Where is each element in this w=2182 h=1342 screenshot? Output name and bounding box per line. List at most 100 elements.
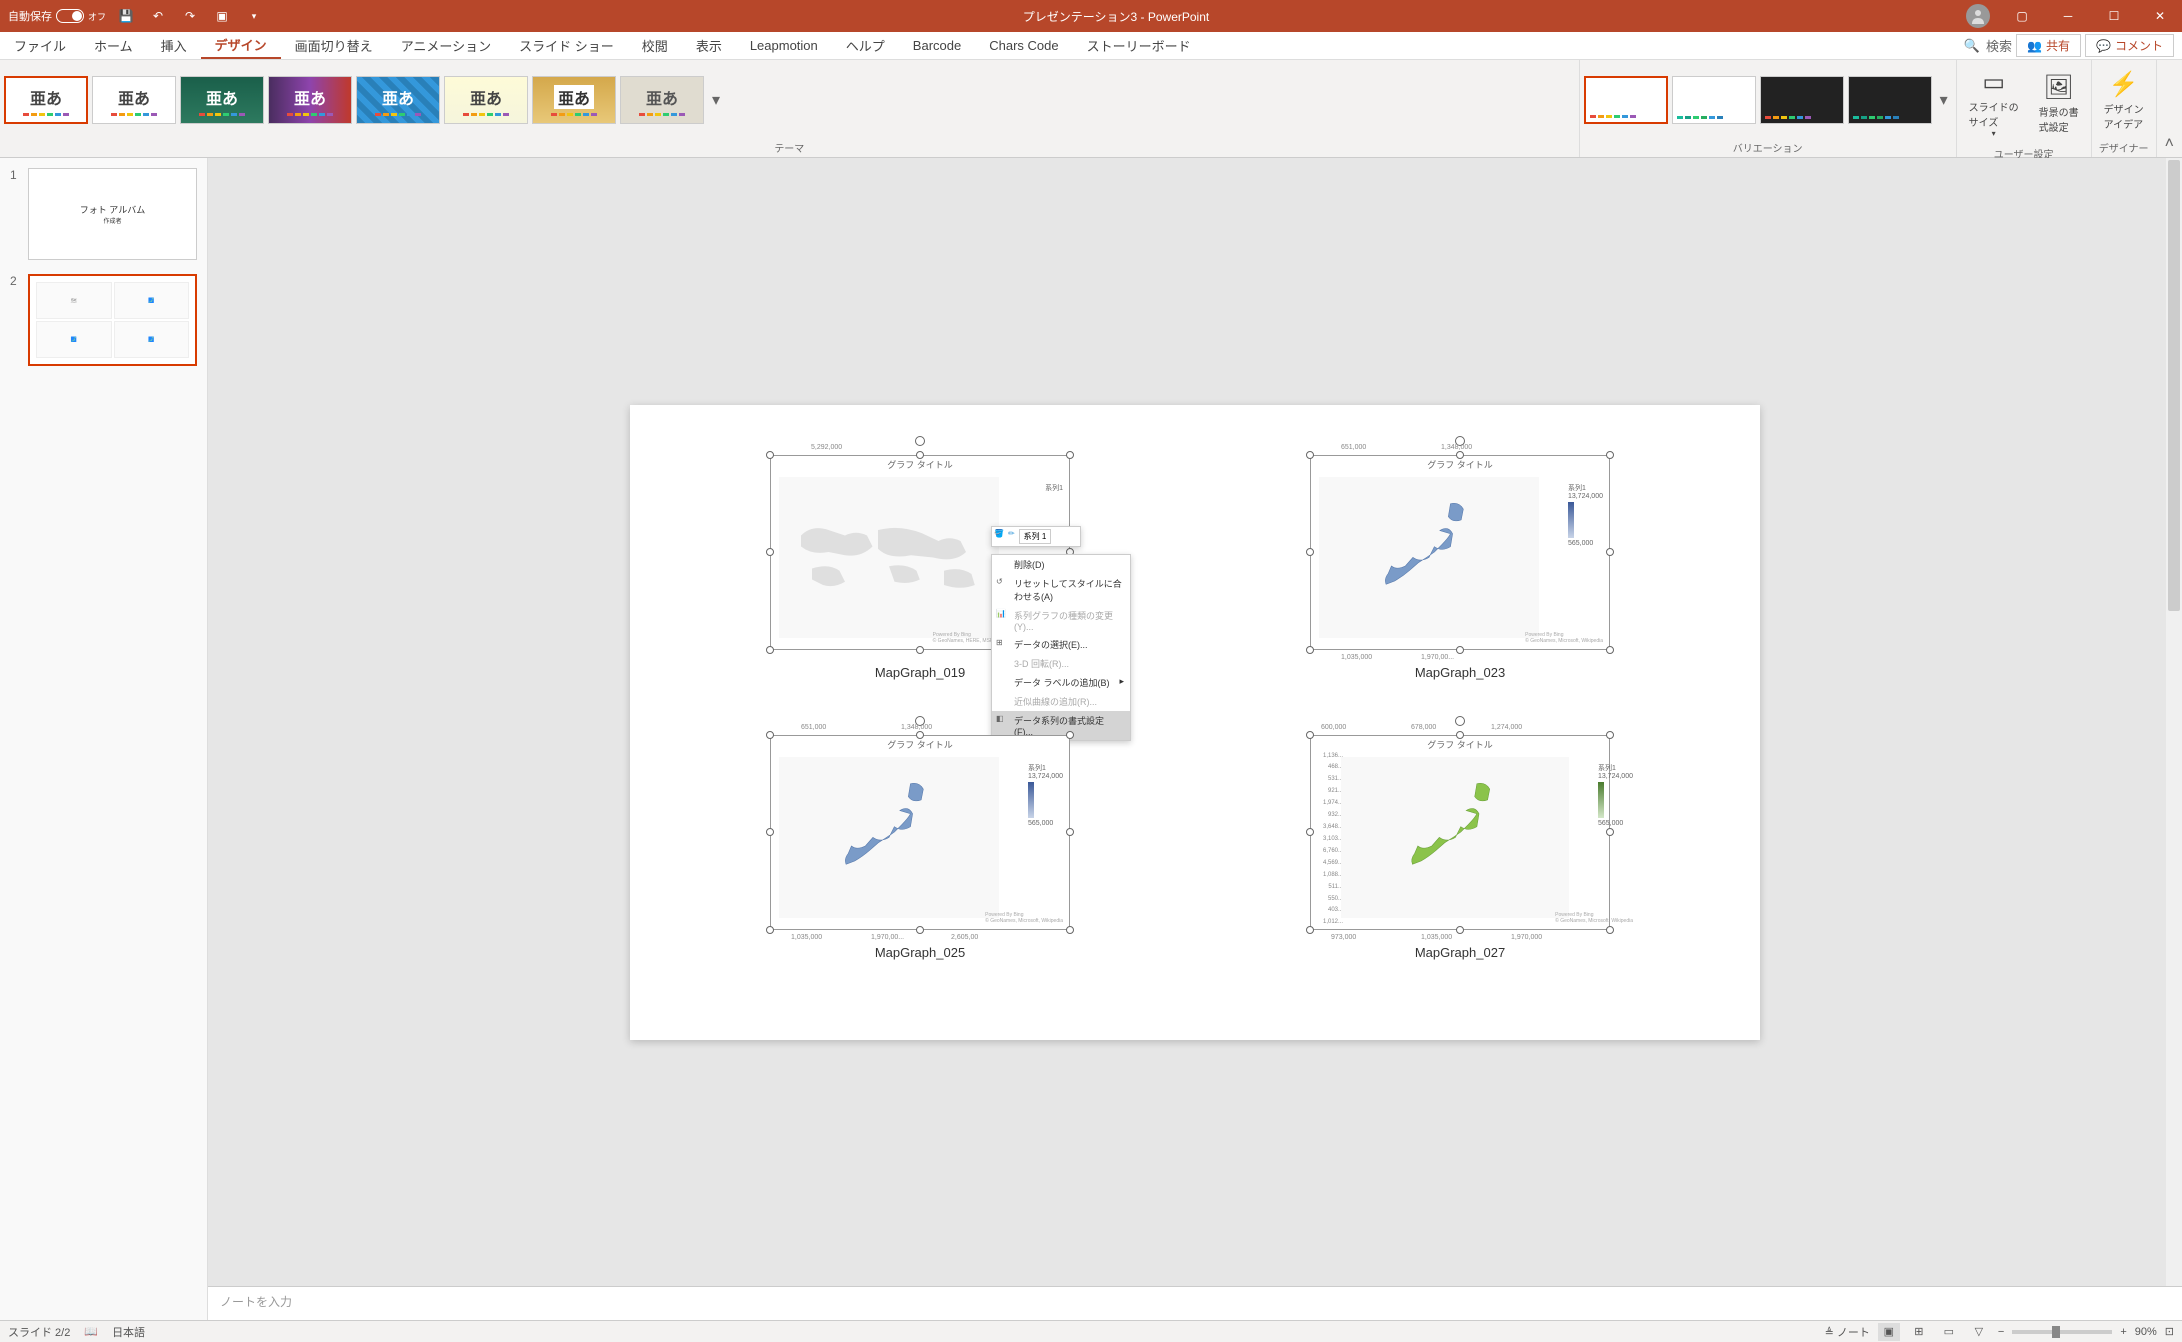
- zoom-level[interactable]: 90%: [2135, 1326, 2157, 1338]
- start-slideshow-icon[interactable]: ▣: [210, 4, 234, 28]
- user-avatar[interactable]: [1966, 4, 1990, 28]
- tab-barcode[interactable]: Barcode: [899, 32, 975, 59]
- maximize-icon[interactable]: ☐: [2092, 0, 2136, 32]
- slide-size-button[interactable]: ▭ スライドの サイズ ▾: [1961, 64, 2027, 142]
- zoom-out-icon[interactable]: −: [1998, 1326, 2004, 1338]
- resize-handle[interactable]: [1606, 451, 1614, 459]
- resize-handle[interactable]: [1306, 646, 1314, 654]
- format-background-button[interactable]: 🖼 背景の書 式設定: [2031, 69, 2087, 138]
- theme-thumb-6[interactable]: 亜あ: [444, 76, 528, 124]
- qat-dropdown-icon[interactable]: ▾: [242, 4, 266, 28]
- tab-transitions[interactable]: 画面切り替え: [281, 32, 387, 59]
- outline-icon[interactable]: ✏: [1008, 529, 1015, 544]
- chart-object-2[interactable]: 651,000 1,348,000 グラフ タイトル 系列1 13,724,00…: [1310, 455, 1610, 650]
- slideshow-view-icon[interactable]: ▽: [1968, 1323, 1990, 1341]
- context-menu-select-data[interactable]: ⊞データの選択(E)...: [992, 635, 1130, 654]
- redo-icon[interactable]: ↷: [178, 4, 202, 28]
- tab-help[interactable]: ヘルプ: [832, 32, 899, 59]
- resize-handle[interactable]: [1606, 926, 1614, 934]
- spell-check-icon[interactable]: 📖: [84, 1325, 98, 1338]
- context-menu-reset[interactable]: ↺リセットしてスタイルに合わせる(A): [992, 574, 1130, 606]
- theme-thumb-7[interactable]: 亜あ: [532, 76, 616, 124]
- undo-icon[interactable]: ↶: [146, 4, 170, 28]
- resize-handle[interactable]: [916, 731, 924, 739]
- normal-view-icon[interactable]: ▣: [1878, 1323, 1900, 1341]
- close-icon[interactable]: ✕: [2138, 0, 2182, 32]
- vertical-scrollbar[interactable]: [2166, 158, 2182, 1286]
- tab-leapmotion[interactable]: Leapmotion: [736, 32, 832, 59]
- resize-handle[interactable]: [766, 451, 774, 459]
- tab-insert[interactable]: 挿入: [147, 32, 201, 59]
- notes-pane[interactable]: ノートを入力: [208, 1286, 2182, 1320]
- resize-handle[interactable]: [916, 646, 924, 654]
- resize-handle[interactable]: [766, 646, 774, 654]
- design-ideas-button[interactable]: ⚡ デザイン アイデア: [2096, 66, 2152, 135]
- variant-thumb-1[interactable]: [1584, 76, 1668, 124]
- share-button[interactable]: 👥 共有: [2016, 34, 2081, 57]
- resize-handle[interactable]: [766, 731, 774, 739]
- slide-thumbnail-1[interactable]: フォト アルバム 作成者: [28, 168, 197, 260]
- slide-counter[interactable]: スライド 2/2: [8, 1324, 70, 1340]
- resize-handle[interactable]: [1066, 451, 1074, 459]
- autosave-toggle[interactable]: [56, 9, 84, 23]
- notes-toggle[interactable]: ≜ ノート: [1825, 1324, 1870, 1340]
- tab-file[interactable]: ファイル: [0, 32, 80, 59]
- fit-to-window-icon[interactable]: ⊡: [2165, 1325, 2174, 1338]
- tab-storyboard[interactable]: ストーリーボード: [1073, 32, 1205, 59]
- resize-handle[interactable]: [1456, 646, 1464, 654]
- series-dropdown[interactable]: 系列 1: [1019, 529, 1052, 544]
- theme-thumb-1[interactable]: 亜あ: [4, 76, 88, 124]
- language-indicator[interactable]: 日本語: [112, 1324, 145, 1340]
- theme-thumb-8[interactable]: 亜あ: [620, 76, 704, 124]
- context-menu-delete[interactable]: 削除(D): [992, 555, 1130, 574]
- resize-handle[interactable]: [1456, 731, 1464, 739]
- rotation-handle[interactable]: [915, 436, 925, 446]
- chart-object-1[interactable]: 5,292,000 グラフ タイトル 系列1 Powered By Bing ©…: [770, 455, 1070, 650]
- save-icon[interactable]: 💾: [114, 4, 138, 28]
- variations-more-icon[interactable]: ▾: [1936, 86, 1952, 114]
- zoom-thumb[interactable]: [2052, 1326, 2060, 1338]
- rotation-handle[interactable]: [1455, 716, 1465, 726]
- resize-handle[interactable]: [1066, 926, 1074, 934]
- sorter-view-icon[interactable]: ⊞: [1908, 1323, 1930, 1341]
- resize-handle[interactable]: [1456, 451, 1464, 459]
- variant-thumb-2[interactable]: [1672, 76, 1756, 124]
- collapse-ribbon-icon[interactable]: ˄: [2157, 131, 2182, 157]
- theme-thumb-3[interactable]: 亜あ: [180, 76, 264, 124]
- theme-thumb-2[interactable]: 亜あ: [92, 76, 176, 124]
- resize-handle[interactable]: [1606, 646, 1614, 654]
- variant-thumb-4[interactable]: [1848, 76, 1932, 124]
- zoom-in-icon[interactable]: +: [2120, 1326, 2126, 1338]
- theme-thumb-4[interactable]: 亜あ: [268, 76, 352, 124]
- minimize-icon[interactable]: ─: [2046, 0, 2090, 32]
- tab-charscode[interactable]: Chars Code: [975, 32, 1072, 59]
- resize-handle[interactable]: [1606, 731, 1614, 739]
- tab-home[interactable]: ホーム: [80, 32, 147, 59]
- resize-handle[interactable]: [1306, 926, 1314, 934]
- zoom-slider[interactable]: [2012, 1330, 2112, 1334]
- fill-color-icon[interactable]: 🪣: [994, 529, 1004, 544]
- themes-more-icon[interactable]: ▾: [708, 86, 724, 114]
- slide-thumbnail-2[interactable]: 🗺 🗾 🗾 🗾: [28, 274, 197, 366]
- slide-canvas[interactable]: 5,292,000 グラフ タイトル 系列1 Powered By Bing ©…: [630, 405, 1760, 1040]
- search-box[interactable]: 🔍 検索: [1964, 36, 2012, 55]
- ribbon-display-options-icon[interactable]: ▢: [2000, 0, 2044, 32]
- resize-handle[interactable]: [1456, 926, 1464, 934]
- chart-object-4[interactable]: 600,000 678,000 1,274,000 グラフ タイトル 1,136…: [1310, 735, 1610, 930]
- tab-slideshow[interactable]: スライド ショー: [505, 32, 628, 59]
- comments-button[interactable]: 💬 コメント: [2085, 34, 2174, 57]
- tab-animations[interactable]: アニメーション: [387, 32, 505, 59]
- reading-view-icon[interactable]: ▭: [1938, 1323, 1960, 1341]
- chart-object-3[interactable]: 651,000 1,348,000 グラフ タイトル 系列1 13,724,00…: [770, 735, 1070, 930]
- scrollbar-thumb[interactable]: [2168, 160, 2180, 611]
- resize-handle[interactable]: [766, 926, 774, 934]
- variant-thumb-3[interactable]: [1760, 76, 1844, 124]
- resize-handle[interactable]: [916, 451, 924, 459]
- theme-thumb-5[interactable]: 亜あ: [356, 76, 440, 124]
- autosave-toggle-group[interactable]: 自動保存 オフ: [8, 8, 106, 24]
- tab-view[interactable]: 表示: [682, 32, 736, 59]
- resize-handle[interactable]: [1306, 731, 1314, 739]
- tab-review[interactable]: 校閲: [628, 32, 682, 59]
- resize-handle[interactable]: [916, 926, 924, 934]
- resize-handle[interactable]: [1066, 731, 1074, 739]
